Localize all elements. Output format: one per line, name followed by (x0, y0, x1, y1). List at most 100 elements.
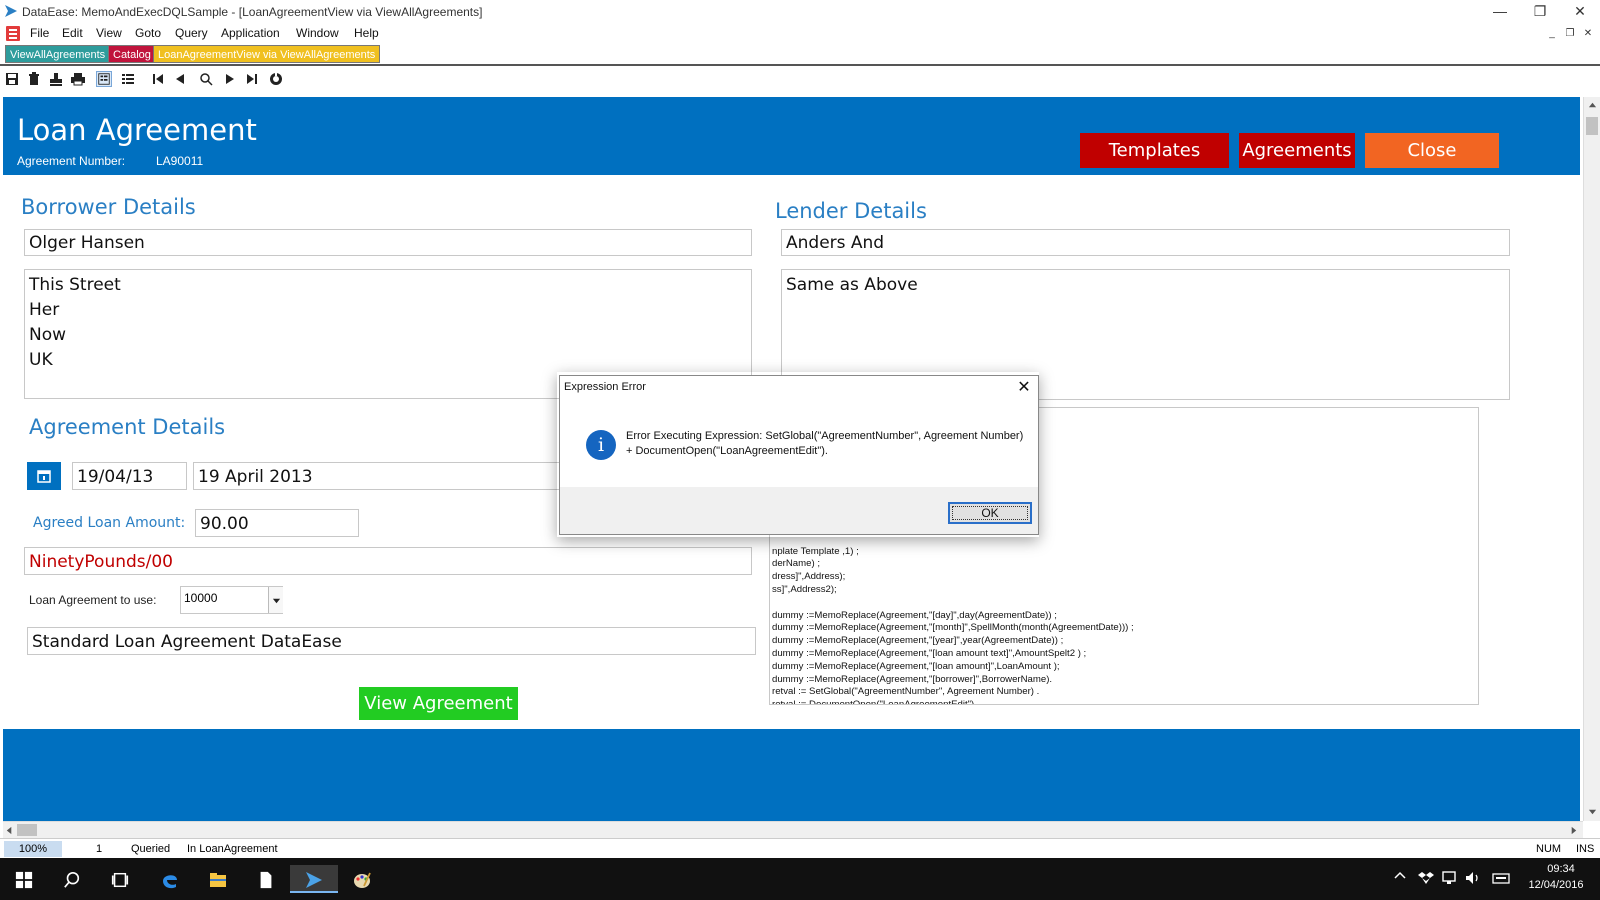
delete-icon[interactable] (26, 71, 42, 87)
document-app-button[interactable] (242, 865, 290, 893)
calendar-button[interactable] (27, 462, 61, 490)
dropbox-icon (1418, 872, 1434, 884)
agreements-button[interactable]: Agreements (1239, 133, 1355, 168)
tab-loan-agreement-view[interactable]: LoanAgreementView via ViewAllAgreements (153, 45, 381, 63)
menu-view[interactable]: View (96, 26, 122, 40)
dataease-logo-icon (5, 5, 17, 17)
previous-record-icon[interactable] (172, 71, 188, 87)
borrower-name-field[interactable]: Olger Hansen (24, 229, 752, 256)
menu-query[interactable]: Query (175, 26, 208, 40)
mdi-minimize-button[interactable]: _ (1544, 26, 1560, 42)
close-window-button[interactable]: ✕ (1560, 0, 1600, 24)
start-button[interactable] (0, 865, 48, 893)
mdi-restore-button[interactable]: ❐ (1562, 26, 1578, 42)
network-icon (1442, 871, 1456, 884)
title-bar: DataEase: MemoAndExecDQLSample - [LoanAg… (0, 0, 1600, 24)
clock-date[interactable]: 12/04/2016 (1521, 879, 1591, 891)
code-line: dummy :=MemoReplace(Agreement,"[month]",… (772, 622, 1134, 634)
horizontal-scroll-thumb[interactable] (17, 824, 37, 836)
loan-template-select[interactable]: 10000 (180, 586, 283, 614)
next-record-icon[interactable] (222, 71, 238, 87)
show-desktop-button[interactable] (1592, 862, 1598, 896)
task-view-button[interactable] (96, 865, 144, 893)
status-bar: 100% 1 Queried In LoanAgreement NUM INS (0, 838, 1600, 858)
tab-view-all-agreements[interactable]: ViewAllAgreements (5, 45, 111, 63)
code-line: nplate Template ,1) ; (772, 545, 859, 557)
save-icon[interactable] (4, 71, 20, 87)
menu-help[interactable]: Help (354, 26, 379, 40)
search-button[interactable] (48, 865, 96, 893)
code-line: ss]",Address2); (772, 583, 837, 595)
edge-browser-button[interactable] (146, 865, 194, 893)
zoom-level: 100% (4, 841, 62, 857)
table-view-icon[interactable] (120, 71, 136, 87)
record-count: 1 (96, 843, 103, 855)
show-hidden-icons-button[interactable] (1394, 870, 1408, 886)
keyboard-tray-icon[interactable] (1492, 870, 1510, 886)
agreement-number-value: LA90011 (156, 154, 204, 168)
vertical-scrollbar[interactable] (1583, 97, 1600, 821)
first-record-icon[interactable] (150, 71, 166, 87)
form-header: Loan Agreement Agreement Number: LA90011… (3, 97, 1580, 175)
menu-bar: File Edit View Goto Query Application Wi… (0, 24, 1600, 44)
code-line: derName) ; (772, 558, 820, 570)
vertical-scroll-thumb[interactable] (1586, 117, 1598, 135)
loan-template-label: Loan Agreement to use: (29, 593, 157, 607)
dataease-taskbar-button[interactable] (290, 865, 338, 893)
edge-icon (163, 875, 177, 889)
agreement-date-long: 19 April 2013 (193, 462, 573, 490)
minimize-button[interactable]: — (1480, 0, 1520, 24)
scroll-left-icon[interactable] (5, 826, 14, 835)
num-lock-indicator: NUM (1536, 843, 1562, 855)
templates-button[interactable]: Templates (1080, 133, 1229, 168)
code-line: dummy :=MemoReplace(Agreement,"[day]",da… (772, 609, 1057, 621)
dialog-close-button[interactable]: ✕ (1012, 377, 1036, 399)
scroll-down-icon[interactable] (1588, 807, 1597, 816)
file-explorer-button[interactable] (194, 865, 242, 893)
menu-window[interactable]: Window (296, 26, 339, 40)
palette-icon (354, 872, 371, 889)
mdi-close-button[interactable]: ✕ (1580, 26, 1596, 42)
menu-application[interactable]: Application (221, 26, 280, 40)
windows-logo-icon (15, 872, 33, 889)
agreement-date-field[interactable]: 19/04/13 (72, 462, 187, 490)
chevron-up-icon (1394, 871, 1406, 879)
refresh-icon[interactable] (268, 71, 284, 87)
dropbox-tray-icon[interactable] (1418, 870, 1434, 886)
clock-time[interactable]: 09:34 (1531, 863, 1591, 875)
menu-goto[interactable]: Goto (135, 26, 161, 40)
code-line: dummy :=MemoReplace(Agreement,"[loan amo… (772, 647, 1087, 659)
code-line: retval := SetGlobal("AgreementNumber", A… (772, 686, 1040, 698)
volume-tray-icon[interactable] (1464, 870, 1482, 886)
view-agreement-button[interactable]: View Agreement (359, 687, 518, 720)
agreement-number-label: Agreement Number: (17, 154, 126, 168)
scroll-right-icon[interactable] (1569, 826, 1578, 835)
lender-name-field[interactable]: Anders And (781, 229, 1510, 256)
stamp-icon[interactable] (48, 71, 64, 87)
print-icon[interactable] (70, 71, 86, 87)
ok-button[interactable]: OK (948, 502, 1032, 524)
dropdown-button[interactable] (268, 587, 283, 613)
query-icon[interactable] (198, 71, 214, 87)
menu-edit[interactable]: Edit (62, 26, 83, 40)
code-line: dummy :=MemoReplace(Agreement,"[loan amo… (772, 660, 1060, 672)
scroll-up-icon[interactable] (1588, 101, 1597, 110)
address-line: This Street (29, 275, 121, 295)
paint-app-button[interactable] (338, 865, 386, 893)
form-view-icon[interactable] (96, 71, 112, 87)
chevron-down-icon (272, 598, 281, 604)
network-tray-icon[interactable] (1441, 870, 1459, 886)
horizontal-scrollbar[interactable] (3, 821, 1583, 838)
menu-file[interactable]: File (30, 26, 49, 40)
last-record-icon[interactable] (244, 71, 260, 87)
loan-template-value: 10000 (184, 591, 218, 605)
document-icon[interactable] (6, 26, 20, 41)
current-table: In LoanAgreement (187, 843, 278, 855)
tab-catalog[interactable]: Catalog (108, 45, 156, 63)
close-button[interactable]: Close (1365, 133, 1499, 168)
folder-icon (210, 873, 226, 888)
info-icon: i (586, 430, 616, 460)
restore-button[interactable]: ❐ (1520, 0, 1560, 24)
loan-amount-field[interactable]: 90.00 (195, 509, 359, 537)
code-line: dress]",Address); (772, 571, 846, 583)
